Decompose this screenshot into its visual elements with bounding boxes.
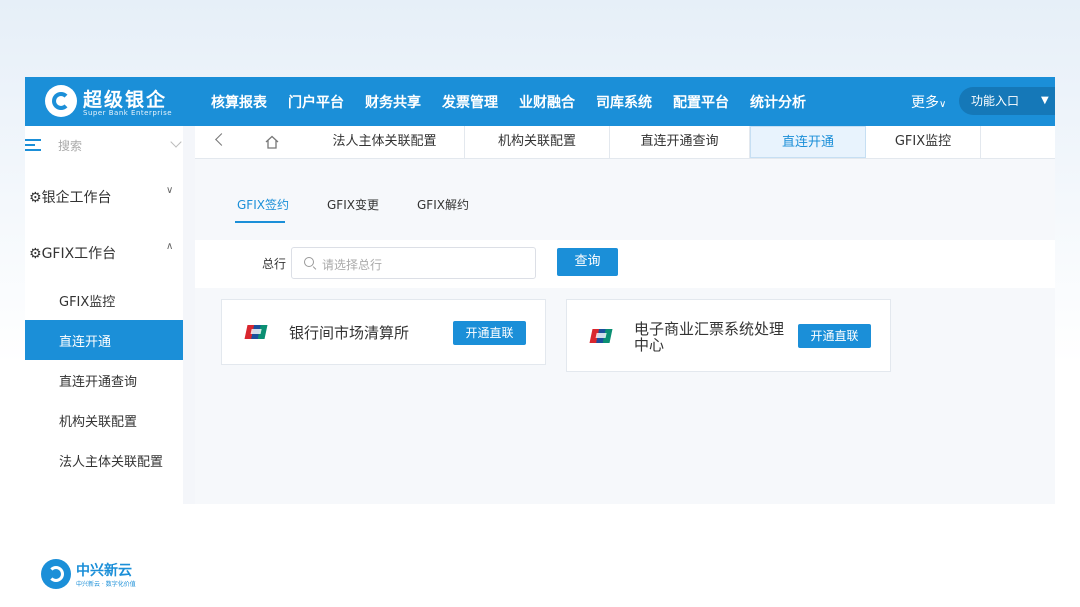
main-nav: 核算报表 门户平台 财务共享 发票管理 业财融合 司库系统 配置平台 统计分析: [211, 77, 827, 126]
tab-gfix-monitor[interactable]: GFIX监控: [866, 126, 981, 158]
chevron-down-icon: [170, 136, 182, 148]
bank-card: 银行间市场清算所 开通直联: [221, 299, 546, 365]
brand-logo-icon: [45, 85, 77, 117]
sidebar-item-label: 法人主体关联配置: [59, 455, 164, 470]
gear-icon: ⚙: [29, 190, 42, 206]
unionpay-logo-icon: [589, 329, 613, 343]
home-icon[interactable]: [265, 134, 279, 153]
sidebar-item-label: GFIX监控: [59, 295, 116, 310]
nav-item-treasury-system[interactable]: 司库系统: [596, 92, 652, 112]
chevron-down-icon: ∨: [939, 99, 947, 110]
bank-card-title: 电子商业汇票系统处理 中心: [634, 321, 784, 353]
active-tab-indicator: [235, 221, 285, 223]
sidebar-search-placeholder: 搜索: [58, 139, 83, 153]
nav-item-finance-sharing[interactable]: 财务共享: [365, 92, 421, 112]
tab-direct-connect-query[interactable]: 直连开通查询: [610, 126, 750, 158]
tab-org-association[interactable]: 机构关联配置: [465, 126, 610, 158]
more-label: 更多: [911, 95, 939, 111]
nav-item-accounting-reports[interactable]: 核算报表: [211, 92, 267, 112]
company-logo-icon: [41, 559, 71, 589]
open-direct-connect-button[interactable]: 开通直联: [798, 324, 871, 348]
sidebar-search[interactable]: 搜索: [25, 126, 183, 164]
brand-subtitle: Super Bank Enterprise: [83, 109, 173, 117]
menu-toggle-icon[interactable]: [25, 139, 41, 151]
sidebar-item-direct-connect-query[interactable]: 直连开通查询: [25, 360, 183, 400]
sidebar-item-direct-connect[interactable]: 直连开通: [25, 320, 183, 360]
subtab-gfix-sign[interactable]: GFIX签约: [237, 196, 289, 213]
sidebar-item-label: 机构关联配置: [59, 415, 138, 430]
caret-down-icon: ▼: [1041, 95, 1049, 106]
nav-item-config-platform[interactable]: 配置平台: [673, 92, 729, 112]
sub-tabs: GFIX签约 GFIX变更 GFIX解约: [195, 159, 1055, 225]
main-content: GFIX签约 GFIX变更 GFIX解约 总行 请选择总行 查询 银行间市场清算…: [195, 159, 1055, 504]
function-entry-label: 功能入口: [971, 94, 1020, 108]
open-direct-connect-button[interactable]: 开通直联: [453, 321, 526, 345]
sidebar-item-org-association[interactable]: 机构关联配置: [25, 400, 183, 440]
sidebar-group-label: GFIX工作台: [41, 246, 117, 262]
sidebar-item-label: 直连开通: [59, 335, 112, 350]
query-button[interactable]: 查询: [557, 248, 618, 276]
sidebar-item-gfix-monitor[interactable]: GFIX监控: [25, 280, 183, 320]
sidebar-item-label: 直连开通查询: [59, 375, 138, 390]
head-office-placeholder: 请选择总行: [322, 258, 383, 272]
more-menu[interactable]: 更多∨: [911, 92, 946, 112]
gear-icon: ⚙: [29, 246, 42, 262]
filter-bar: 总行 请选择总行 查询: [195, 240, 1055, 288]
top-navigation-bar: 超级银企 Super Bank Enterprise 核算报表 门户平台 财务共…: [25, 77, 1055, 126]
tab-bar: 法人主体关联配置 机构关联配置 直连开通查询 直连开通 GFIX监控: [195, 126, 1055, 159]
sidebar-group-label: 银企工作台: [41, 190, 112, 206]
nav-item-business-finance[interactable]: 业财融合: [519, 92, 575, 112]
brand-logo[interactable]: 超级银企 Super Bank Enterprise: [45, 85, 205, 119]
brand-name: 超级银企: [83, 89, 168, 111]
search-icon: [304, 257, 314, 267]
tab-legal-entity-association[interactable]: 法人主体关联配置: [305, 126, 465, 158]
nav-item-invoice-management[interactable]: 发票管理: [442, 92, 498, 112]
chevron-left-icon[interactable]: [215, 133, 228, 146]
bank-card-title-line2: 中心: [634, 336, 665, 354]
footer-brand: 中兴新云 中兴新云 · 数字化价值: [41, 557, 141, 591]
function-entry-dropdown[interactable]: 功能入口 ▼: [959, 87, 1055, 115]
subtab-gfix-cancel[interactable]: GFIX解约: [417, 196, 469, 213]
sidebar-group-bank-enterprise[interactable]: ⚙银企工作台 ∨: [25, 181, 183, 211]
nav-item-statistics[interactable]: 统计分析: [750, 92, 806, 112]
footer-brand-tagline: 中兴新云 · 数字化价值: [76, 581, 136, 588]
sidebar-item-legal-entity-association[interactable]: 法人主体关联配置: [25, 440, 183, 480]
head-office-label: 总行: [262, 257, 287, 271]
chevron-down-icon: ∨: [166, 185, 174, 196]
chevron-up-icon: ∧: [166, 241, 174, 252]
bank-card-title: 银行间市场清算所: [289, 324, 410, 342]
unionpay-logo-icon: [244, 325, 268, 339]
bank-card: 电子商业汇票系统处理 中心 开通直联: [566, 299, 891, 372]
subtab-gfix-change[interactable]: GFIX变更: [327, 196, 379, 213]
tab-direct-connect[interactable]: 直连开通: [750, 126, 866, 158]
nav-item-portal-platform[interactable]: 门户平台: [288, 92, 344, 112]
sidebar-group-gfix[interactable]: ⚙GFIX工作台 ∧: [25, 237, 183, 267]
footer-brand-name: 中兴新云: [76, 563, 132, 579]
sidebar: 搜索 ⚙银企工作台 ∨ ⚙GFIX工作台 ∧ GFIX监控 直连开通 直连开通查…: [25, 126, 183, 504]
head-office-select[interactable]: 请选择总行: [291, 247, 536, 279]
app-window: 超级银企 Super Bank Enterprise 核算报表 门户平台 财务共…: [25, 77, 1055, 504]
